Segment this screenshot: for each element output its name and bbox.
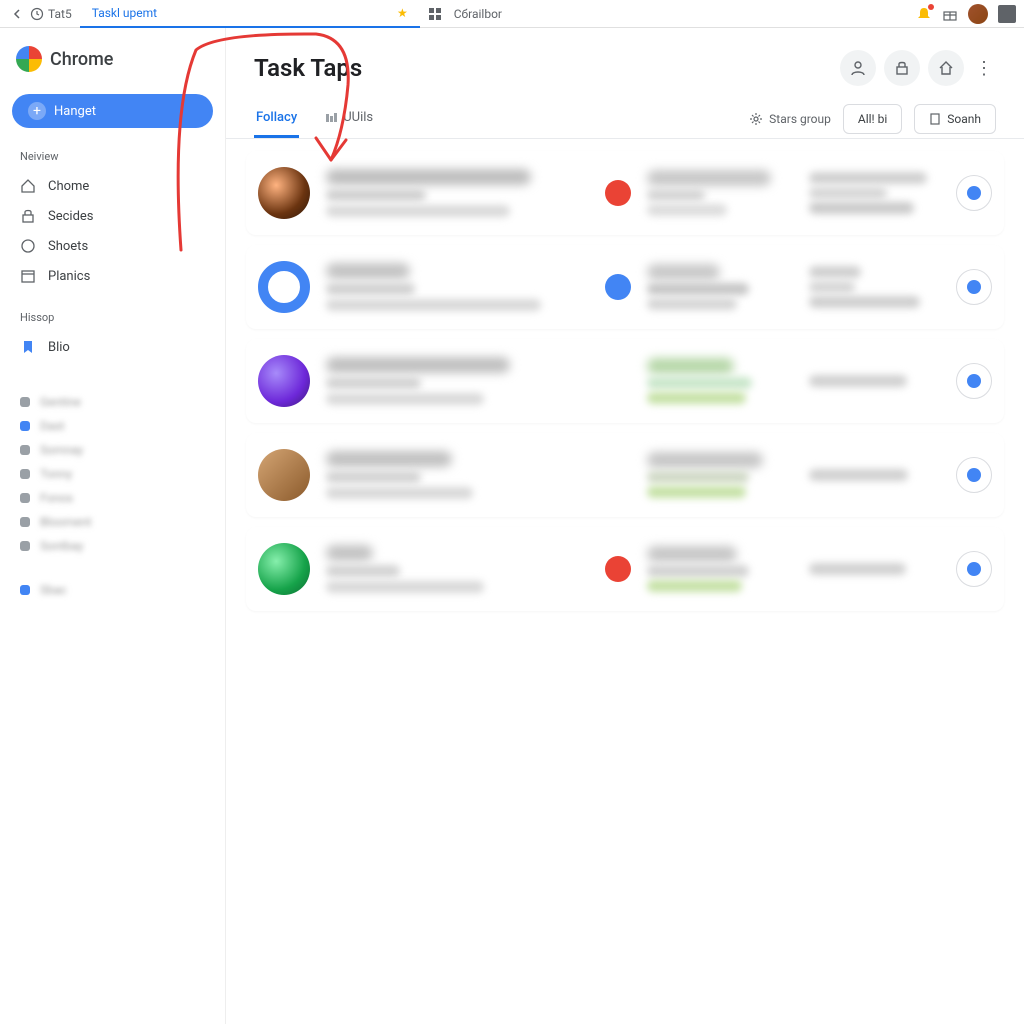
row-avatar [258, 167, 310, 219]
nav-heading: Neiview [12, 146, 213, 167]
gift-icon[interactable] [942, 6, 958, 22]
check-toggle[interactable] [956, 551, 992, 587]
row-avatar [258, 261, 310, 313]
calendar-icon [20, 268, 36, 284]
toolbar-right: Stars group All! bi Soanh [749, 104, 996, 134]
collab-label[interactable]: Cбrailbor [454, 7, 502, 21]
row-avatar [258, 449, 310, 501]
tab-primary[interactable]: Follacy [254, 100, 299, 138]
status-indicator [605, 556, 631, 582]
filter-item[interactable]: Sbac [12, 578, 213, 602]
home-icon-button[interactable] [928, 50, 964, 86]
active-tab-label: Taskl upemt [92, 6, 389, 20]
user-icon-button[interactable] [840, 50, 876, 86]
nav-heading: Hissop [12, 307, 213, 328]
task-row[interactable] [246, 527, 1004, 611]
task-list [226, 139, 1024, 633]
nav-section-history: Hissop Blio [12, 307, 213, 362]
new-button-label: Hanget [54, 104, 96, 119]
chrome-logo-icon [16, 46, 42, 72]
circle-icon [20, 238, 36, 254]
page-header: Task Taps ⋮ [226, 28, 1024, 100]
browser-right [916, 4, 1016, 24]
app-switcher-icon[interactable] [998, 5, 1016, 23]
bell-icon[interactable] [916, 6, 932, 22]
home-icon [20, 178, 36, 194]
new-button[interactable]: + Hanget [12, 94, 213, 128]
user-avatar[interactable] [968, 4, 988, 24]
doc-icon [929, 113, 941, 125]
nav-item-planning[interactable]: Planics [12, 261, 213, 291]
bookmark-icon [20, 339, 36, 355]
check-toggle[interactable] [956, 175, 992, 211]
nav-item-security[interactable]: Secides [12, 201, 213, 231]
filter-section: Gentine Dast Somnay Tonny Fonos Blooment… [12, 378, 213, 558]
brand-name: Chrome [50, 49, 113, 70]
brand: Chrome [12, 46, 213, 72]
task-row[interactable] [246, 245, 1004, 329]
filter-item[interactable]: Sontbay [12, 534, 213, 558]
row-avatar [258, 355, 310, 407]
filter-item[interactable]: Fonos [12, 486, 213, 510]
active-tab[interactable]: Taskl upemt ★ [80, 0, 420, 28]
inactive-tab-label[interactable]: Tat5 [48, 7, 72, 21]
nav-label: Chome [48, 179, 89, 194]
sidebar: Chrome + Hanget Neiview Chome Secides Sh… [0, 28, 226, 1024]
nav-item-blog[interactable]: Blio [12, 332, 213, 362]
lock-icon-button[interactable] [884, 50, 920, 86]
nav-label: Planics [48, 269, 90, 284]
grid-icon[interactable] [428, 7, 442, 21]
filter-item[interactable]: Dast [12, 414, 213, 438]
filter-footer: Sbac [12, 566, 213, 602]
more-vertical-icon[interactable]: ⋮ [972, 50, 996, 86]
nav-section-overview: Neiview Chome Secides Shoets Planics [12, 146, 213, 291]
chevron-left-icon[interactable] [8, 5, 26, 23]
check-toggle[interactable] [956, 363, 992, 399]
browser-bar: Tat5 Taskl upemt ★ Cбrailbor [0, 0, 1024, 28]
filter-button[interactable]: All! bi [843, 104, 902, 134]
plus-icon: + [28, 102, 46, 120]
filter-item[interactable]: Blooment [12, 510, 213, 534]
task-row[interactable] [246, 151, 1004, 235]
status-indicator [605, 274, 631, 300]
nav-label: Shoets [48, 239, 88, 254]
toolbar: Follacy UUils Stars group All! bi Soanh [226, 100, 1024, 139]
header-actions: ⋮ [840, 50, 996, 86]
tab-back-group: Tat5 [8, 5, 72, 23]
nav-label: Blio [48, 340, 70, 355]
task-row[interactable] [246, 433, 1004, 517]
lock-icon [20, 208, 36, 224]
tabs: Follacy UUils [254, 100, 375, 138]
check-toggle[interactable] [956, 269, 992, 305]
gear-icon [749, 112, 763, 126]
task-row[interactable] [246, 339, 1004, 423]
group-control[interactable]: Stars group [749, 112, 831, 126]
row-avatar [258, 543, 310, 595]
nav-item-sheets[interactable]: Shoets [12, 231, 213, 261]
filter-item[interactable]: Tonny [12, 462, 213, 486]
filter-item[interactable]: Gentine [12, 390, 213, 414]
main-content: Task Taps ⋮ Follacy [226, 28, 1024, 1024]
status-indicator [605, 180, 631, 206]
page-title: Task Taps [254, 54, 362, 82]
tab-secondary[interactable]: UUils [323, 100, 375, 138]
star-icon[interactable]: ★ [397, 6, 408, 20]
clock-icon [30, 7, 44, 21]
search-button[interactable]: Soanh [914, 104, 996, 134]
check-toggle[interactable] [956, 457, 992, 493]
nav-label: Secides [48, 209, 94, 224]
filter-item[interactable]: Somnay [12, 438, 213, 462]
nav-item-home[interactable]: Chome [12, 171, 213, 201]
bars-icon [325, 112, 337, 124]
